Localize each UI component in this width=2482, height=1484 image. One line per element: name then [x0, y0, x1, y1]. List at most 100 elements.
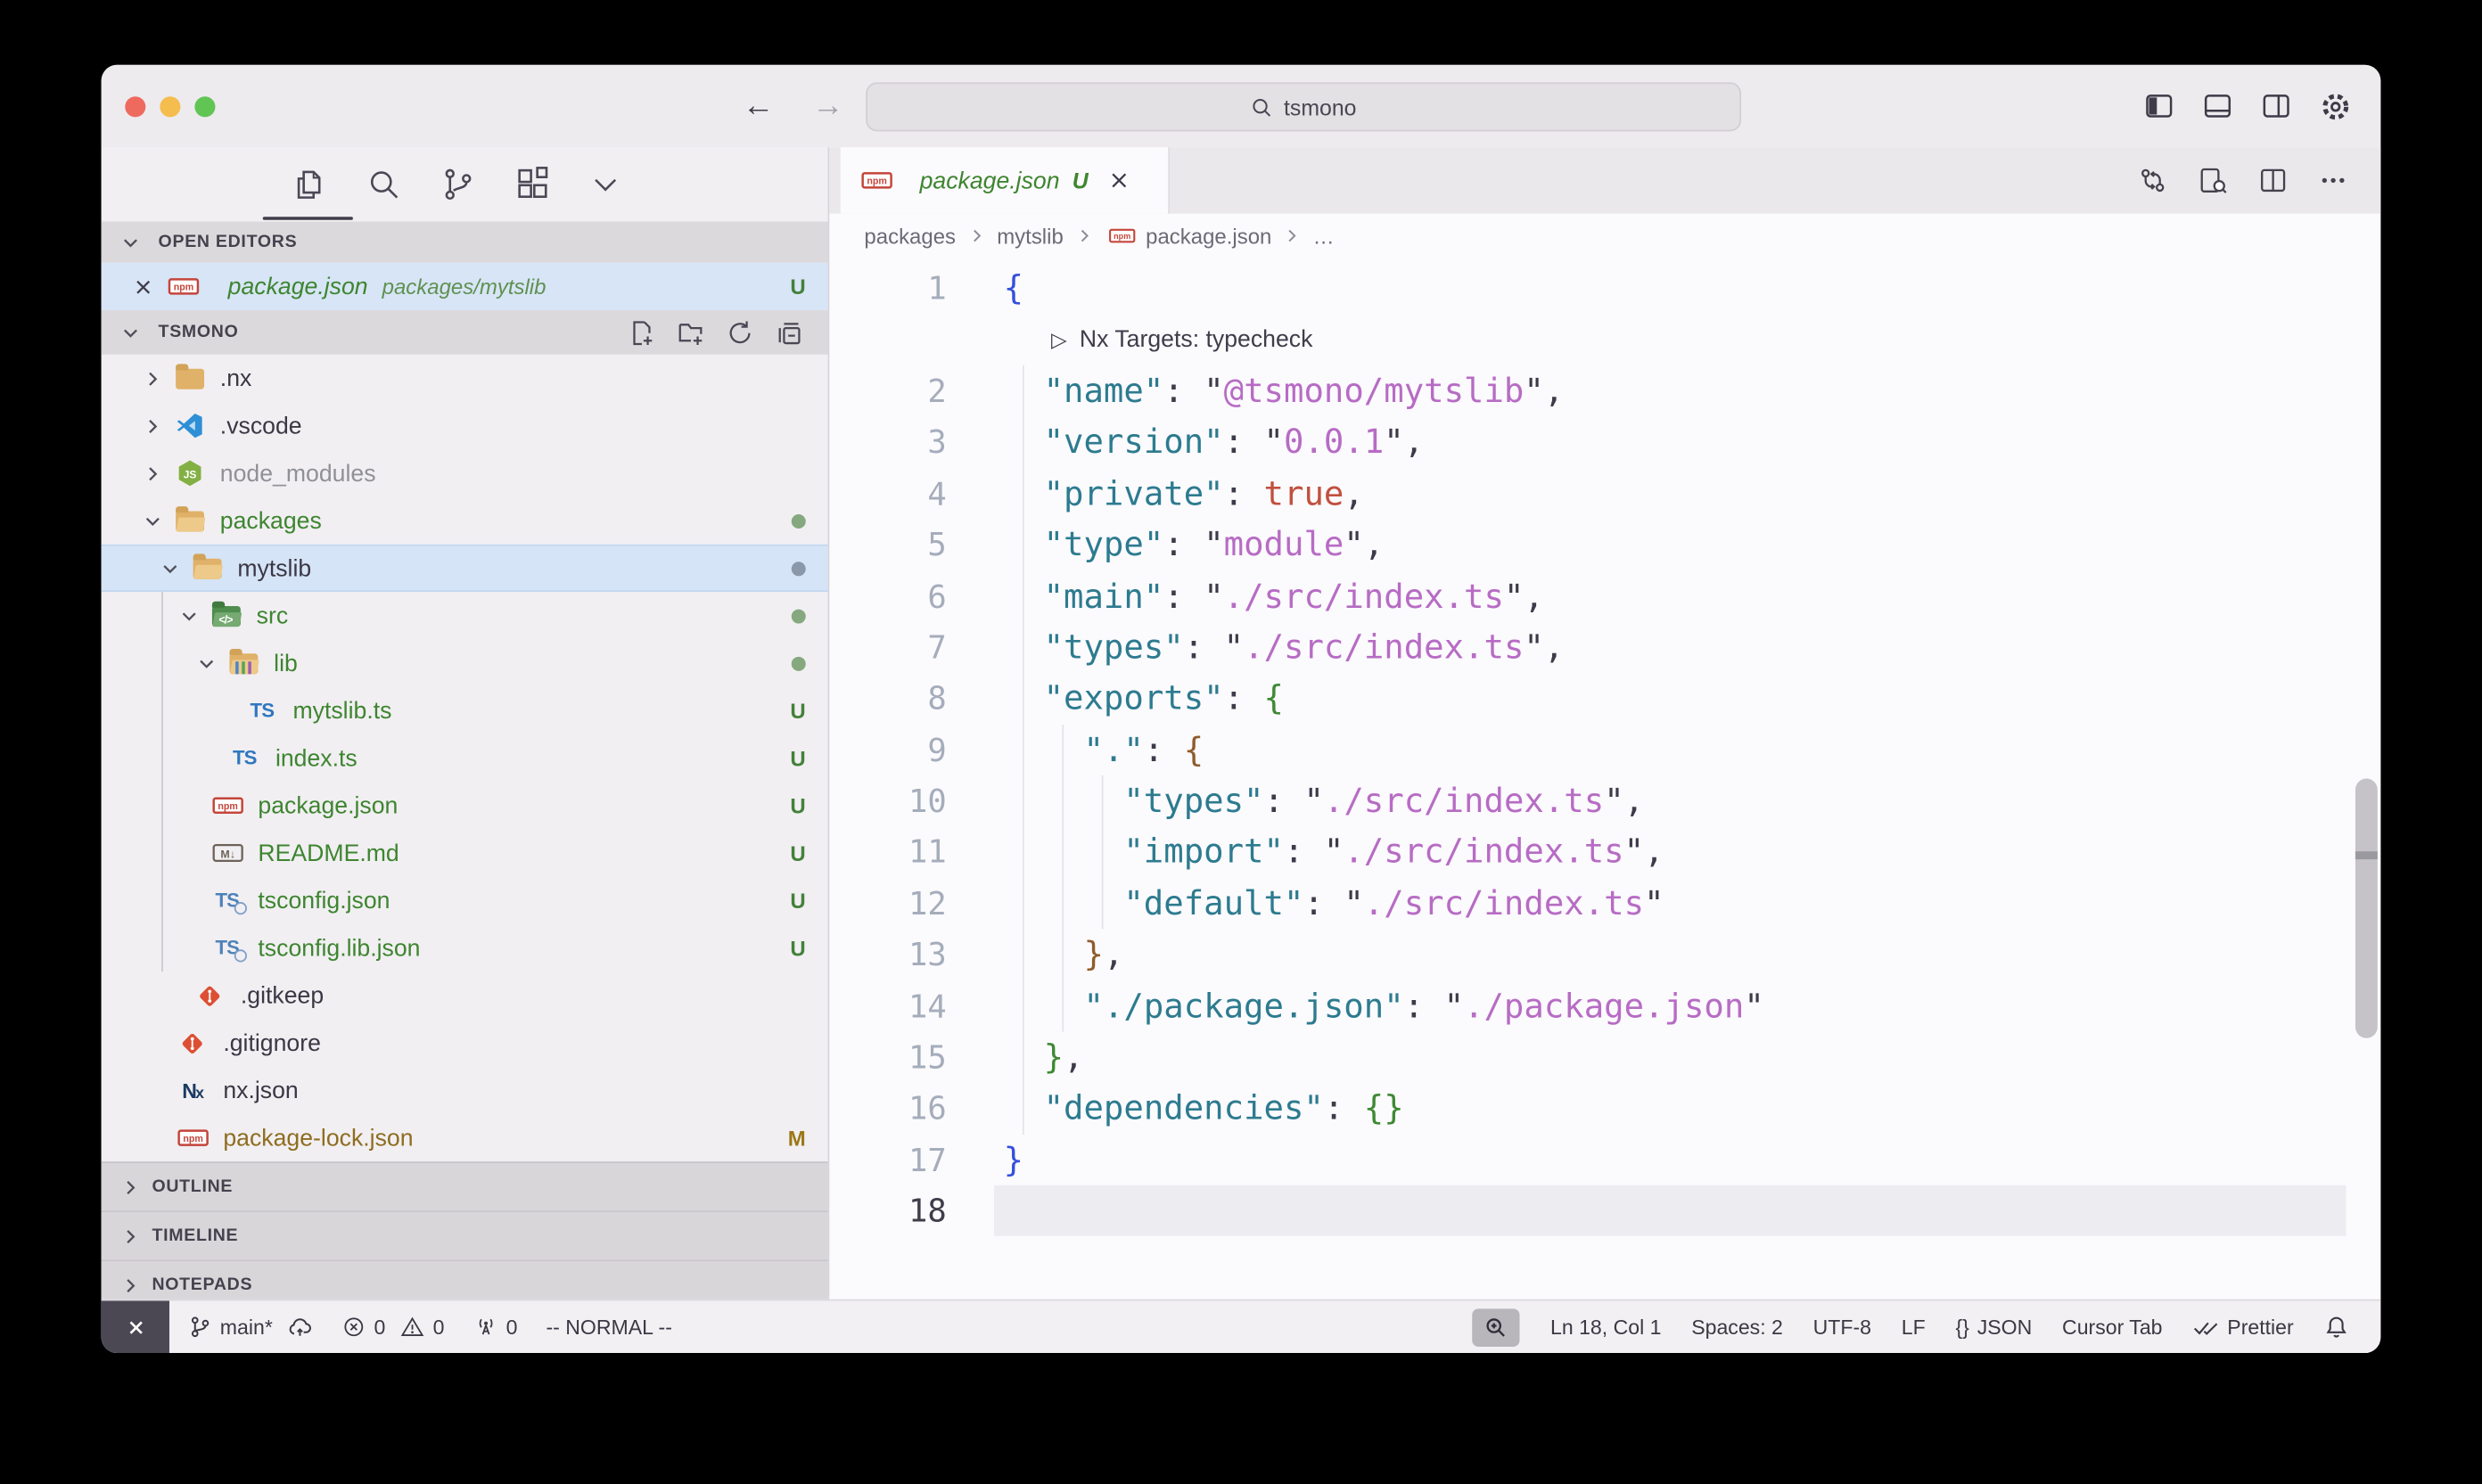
project-section-header[interactable]: TSMONO [102, 310, 828, 355]
scrollbar-marker [2355, 851, 2378, 859]
settings-gear-icon[interactable] [2319, 89, 2352, 122]
minimize-window-button[interactable] [160, 96, 180, 117]
remote-indicator[interactable] [102, 1300, 169, 1353]
sidebar: OPEN EDITORS npm package.json packages/m… [102, 147, 830, 1300]
tab-package-json[interactable]: npm package.json U [841, 147, 1170, 214]
extensions-icon[interactable] [513, 165, 552, 204]
code-line-5[interactable]: 5 "type": "module", [829, 519, 2380, 570]
tree-item-package.json[interactable]: npmpackage.jsonU [102, 782, 828, 829]
tree-item-README.md[interactable]: M↓README.mdU [102, 829, 828, 876]
compare-changes-icon[interactable] [2137, 165, 2169, 197]
error-icon [342, 1315, 366, 1339]
code-line-3[interactable]: 3 "version": "0.0.1", [829, 416, 2380, 468]
tree-item-src[interactable]: </>src [102, 592, 828, 639]
tree-item-.vscode[interactable]: .vscode [102, 402, 828, 449]
new-folder-icon[interactable] [678, 319, 704, 346]
encoding-setting[interactable]: UTF-8 [1813, 1315, 1871, 1339]
panel-header-timeline[interactable]: TIMELINE [102, 1210, 828, 1259]
line-number: 8 [829, 679, 946, 717]
cursor-tab-indicator[interactable]: Cursor Tab [2062, 1315, 2162, 1339]
status-left: main* 0 0 0 -- NORMAL -- [169, 1315, 672, 1339]
tree-item-node_modules[interactable]: JSnode_modules [102, 449, 828, 496]
close-editor-icon[interactable] [133, 276, 153, 297]
chevron-down-icon [117, 229, 142, 254]
eol-setting[interactable]: LF [1902, 1315, 1926, 1339]
code-line-1[interactable]: 1{ [829, 263, 2380, 315]
code-line-4[interactable]: 4 "private": true, [829, 468, 2380, 520]
ts-gear-icon: TS [210, 934, 243, 963]
tree-item-label: package.json [258, 792, 398, 819]
split-editor-icon[interactable] [2257, 165, 2289, 197]
toggle-secondary-sidebar-icon[interactable] [2260, 90, 2292, 122]
open-editors-header[interactable]: OPEN EDITORS [102, 222, 828, 263]
maximize-window-button[interactable] [194, 96, 215, 117]
toggle-sidebar-icon[interactable] [2143, 90, 2175, 122]
code-line-18[interactable]: 18 [829, 1185, 2380, 1237]
explorer-icon[interactable] [290, 165, 329, 204]
tree-item-.gitkeep[interactable]: .gitkeep [102, 972, 828, 1019]
notifications-bell-icon[interactable] [2323, 1315, 2348, 1340]
tree-item-mytslib[interactable]: mytslib [102, 545, 828, 592]
tree-item-package-lock.json[interactable]: npmpackage-lock.jsonM [102, 1114, 828, 1161]
vim-mode-indicator[interactable]: -- NORMAL -- [546, 1315, 671, 1339]
search-view-icon[interactable] [364, 165, 403, 204]
activity-bar [102, 147, 828, 221]
codelens-nx-targets[interactable]: ▷Nx Targets: typecheck [1051, 326, 1312, 353]
ports-indicator[interactable]: 0 [473, 1315, 517, 1339]
tree-item-label: mytslib [237, 554, 311, 581]
js-icon: JS [173, 459, 206, 488]
tree-item-index.ts[interactable]: TSindex.tsU [102, 734, 828, 782]
chevron-right-icon [139, 461, 164, 486]
code-area[interactable]: 1{ ▷Nx Targets: typecheck 2 "name": "@tsmo… [829, 258, 2380, 1299]
code-line-17[interactable]: 17} [829, 1134, 2380, 1185]
panel-header-outline[interactable]: OUTLINE [102, 1161, 828, 1210]
source-control-icon[interactable] [439, 165, 478, 204]
code-line-7[interactable]: 7 "types": "./src/index.ts", [829, 621, 2380, 673]
code-line-15[interactable]: 15 }, [829, 1031, 2380, 1083]
problems-indicator[interactable]: 0 0 [342, 1315, 444, 1339]
code-line-2[interactable]: 2 "name": "@tsmono/mytslib", [829, 365, 2380, 417]
code-editor-window: ← → tsmono [102, 65, 2381, 1353]
breadcrumb-item[interactable]: … [1313, 224, 1335, 248]
refresh-icon[interactable] [727, 319, 753, 346]
code-line-8[interactable]: 8 "exports": { [829, 673, 2380, 725]
forward-arrow-icon[interactable]: → [812, 90, 844, 122]
back-arrow-icon[interactable]: ← [743, 90, 775, 122]
code-line-6[interactable]: 6 "main": "./src/index.ts", [829, 570, 2380, 622]
tree-item-lib[interactable]: lib [102, 639, 828, 686]
indentation-setting[interactable]: Spaces: 2 [1691, 1315, 1783, 1339]
editor-scrollbar[interactable] [2355, 779, 2378, 1038]
line-number: 13 [829, 936, 946, 974]
code-line-16[interactable]: 16 "dependencies": {} [829, 1083, 2380, 1135]
breadcrumb-item[interactable]: packages [864, 224, 956, 248]
formatter-indicator[interactable]: Prettier [2192, 1315, 2293, 1339]
tree-item-.nx[interactable]: .nx [102, 355, 828, 402]
tree-item-packages[interactable]: packages [102, 497, 828, 545]
new-file-icon[interactable] [629, 319, 655, 346]
tab-close-icon[interactable] [1107, 169, 1130, 192]
close-window-button[interactable] [125, 96, 145, 117]
line-number: 6 [829, 577, 946, 615]
tree-item-label: nx.json [223, 1077, 298, 1103]
breadcrumb-item[interactable]: mytslib [997, 224, 1064, 248]
branch-indicator[interactable]: main* [188, 1315, 314, 1339]
tree-item-tsconfig.lib.json[interactable]: TStsconfig.lib.jsonU [102, 924, 828, 972]
open-editor-item[interactable]: npm package.json packages/mytslib U [102, 263, 828, 310]
tree-item-nx.json[interactable]: Nxnx.json [102, 1067, 828, 1114]
collapse-all-icon[interactable] [776, 319, 802, 346]
zoom-indicator[interactable] [1473, 1308, 1520, 1346]
double-check-icon [2192, 1316, 2219, 1337]
git-icon [193, 981, 226, 1010]
toggle-panel-icon[interactable] [2202, 90, 2234, 122]
open-preview-icon[interactable] [2197, 165, 2229, 197]
language-mode[interactable]: {}JSON [1955, 1315, 2032, 1339]
tree-item-mytslib.ts[interactable]: TSmytslib.tsU [102, 687, 828, 734]
line-number: 3 [829, 423, 946, 462]
command-center-search[interactable]: tsmono [866, 82, 1741, 131]
tree-item-tsconfig.json[interactable]: TStsconfig.jsonU [102, 877, 828, 924]
more-actions-icon[interactable] [2317, 165, 2349, 197]
breadcrumb-item[interactable]: npmpackage.json [1105, 222, 1271, 250]
cursor-position[interactable]: Ln 18, Col 1 [1550, 1315, 1661, 1339]
more-views-chevron-icon[interactable] [588, 166, 624, 202]
tree-item-.gitignore[interactable]: .gitignore [102, 1019, 828, 1066]
